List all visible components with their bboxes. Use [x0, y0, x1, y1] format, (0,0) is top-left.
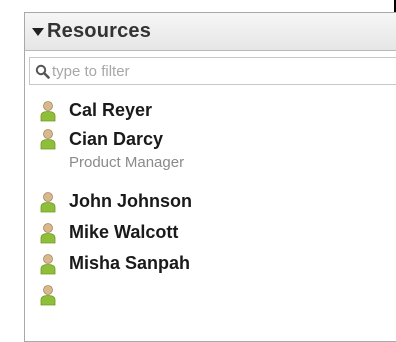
- person-icon: [39, 284, 57, 306]
- resource-name: Cal Reyer: [69, 100, 153, 120]
- person-icon: [39, 128, 57, 150]
- resource-name: John Johnson: [69, 191, 192, 211]
- list-item-cal-reyer[interactable]: Cal Reyer: [25, 95, 396, 126]
- list-item-misha-sanpah[interactable]: Misha Sanpah: [25, 248, 396, 279]
- resource-name: Misha Sanpah: [69, 253, 191, 273]
- panel-header[interactable]: Resources: [25, 13, 396, 51]
- resource-name: Mike Walcott: [69, 222, 179, 242]
- person-icon: [39, 253, 57, 275]
- filter-input[interactable]: [52, 62, 382, 80]
- person-icon: [39, 191, 57, 213]
- filter-box[interactable]: [29, 57, 396, 85]
- resource-name: Cian Darcy: [69, 128, 164, 149]
- search-icon: [34, 63, 50, 79]
- panel-title: Resources: [47, 20, 152, 42]
- list-item-john-johnson[interactable]: John Johnson: [25, 186, 396, 217]
- triangle-down-icon[interactable]: [31, 25, 45, 39]
- resources-panel: Resources Cal Reyer: [24, 12, 396, 342]
- list-item-partial[interactable]: [25, 279, 396, 310]
- resource-role: Product Manager: [69, 154, 185, 171]
- list-item-cian-darcy[interactable]: Cian Darcy: [25, 126, 396, 152]
- person-icon: [39, 222, 57, 244]
- window-frame: Resources Cal Reyer: [0, 0, 396, 342]
- resource-list: Cal Reyer Cian Darcy Product Manager Joh…: [25, 95, 396, 310]
- person-icon: [39, 100, 57, 122]
- list-item-mike-walcott[interactable]: Mike Walcott: [25, 217, 396, 248]
